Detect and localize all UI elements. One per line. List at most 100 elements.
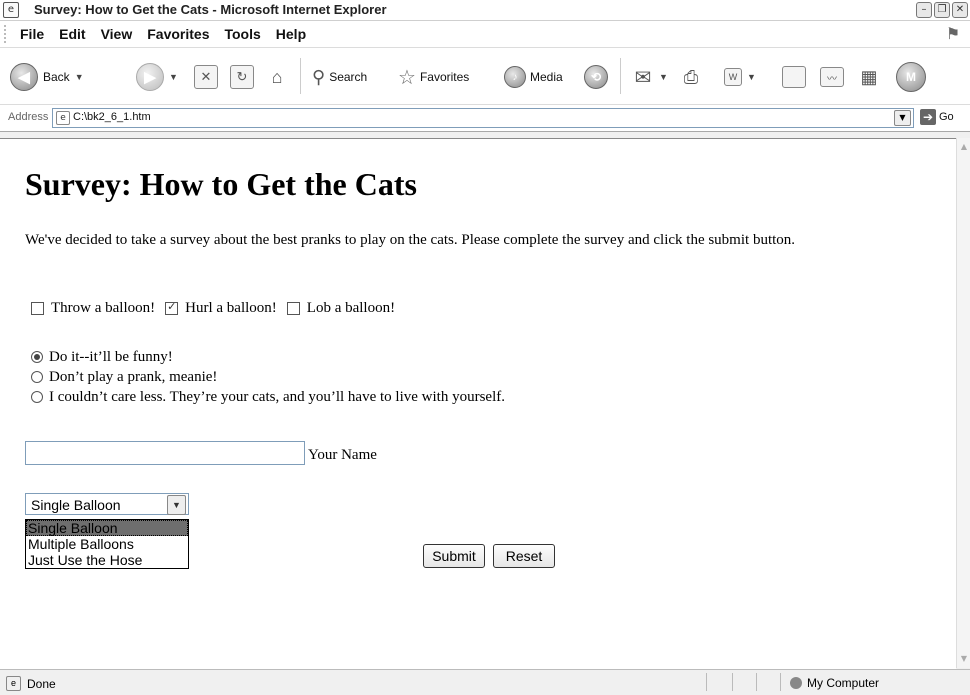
discuss-icon xyxy=(782,66,806,88)
list-item[interactable]: Multiple Balloons xyxy=(26,536,188,552)
radio-group: Do it--it’ll be funny! Don’t play a pran… xyxy=(31,347,505,407)
address-bar: Address e C:\bk2_6_1.htm ▼ ➔ Go xyxy=(0,105,970,132)
checkbox-label: Hurl a balloon! xyxy=(185,300,277,316)
refresh-icon: ↻ xyxy=(230,65,254,89)
mail-button[interactable]: ✉ ▼ xyxy=(632,62,668,92)
favorites-label: Favorites xyxy=(419,70,470,84)
media-label: Media xyxy=(530,70,563,84)
back-arrow-icon: ◀ xyxy=(10,63,38,91)
toolbar-separator xyxy=(300,58,301,94)
status-divider xyxy=(780,673,781,691)
maximize-icon[interactable]: ❐ xyxy=(934,2,950,18)
mail-icon: ✉ xyxy=(634,66,652,89)
radio-do-it[interactable] xyxy=(31,351,43,363)
print-button[interactable]: ⎙ xyxy=(680,62,702,92)
refresh-button[interactable]: ↻ xyxy=(230,62,254,92)
stop-icon: ✕ xyxy=(194,65,218,89)
computer-icon xyxy=(790,677,802,689)
vertical-scrollbar[interactable]: ▲ ▼ xyxy=(956,138,970,668)
star-icon: ☆ xyxy=(398,66,416,89)
edit-button[interactable]: W ▼ xyxy=(724,62,756,92)
list-item[interactable]: Single Balloon xyxy=(26,520,188,536)
minimize-icon[interactable]: – xyxy=(916,2,932,18)
chevron-down-icon: ▼ xyxy=(169,72,178,82)
search-icon: ⚲ xyxy=(312,66,326,87)
standard-toolbar: ◀ Back ▼ ▶ ▼ ✕ ↻ ⌂ ⚲ Search ☆ Favorites … xyxy=(0,48,970,105)
menu-file[interactable]: File xyxy=(20,26,44,42)
favorites-button[interactable]: ☆ Favorites xyxy=(398,62,469,92)
status-bar: e Done My Computer xyxy=(0,669,970,695)
media-icon: ♪ xyxy=(504,66,526,88)
menu-tools[interactable]: Tools xyxy=(224,26,260,42)
search-button[interactable]: ⚲ Search xyxy=(312,62,367,92)
menu-view[interactable]: View xyxy=(101,26,133,42)
menu-grip xyxy=(4,25,9,43)
scroll-up-icon[interactable]: ▲ xyxy=(958,140,970,154)
balloon-dropdown-list: Single Balloon Multiple Balloons Just Us… xyxy=(25,519,189,569)
media-button[interactable]: ♪ Media xyxy=(504,62,563,92)
chevron-down-icon: ▼ xyxy=(74,72,84,82)
radio-label: Don’t play a prank, meanie! xyxy=(49,369,218,385)
extension-m-icon: M xyxy=(896,62,926,92)
radio-dont[interactable] xyxy=(31,371,43,383)
close-icon[interactable]: ✕ xyxy=(952,2,968,18)
home-icon: ⌂ xyxy=(271,66,283,87)
messenger-icon: 〰 xyxy=(820,67,844,87)
home-button[interactable]: ⌂ xyxy=(266,62,288,92)
discuss-button[interactable] xyxy=(782,62,806,92)
radio-dont-care[interactable] xyxy=(31,391,43,403)
research-button[interactable]: ▦ xyxy=(858,62,880,92)
chevron-down-icon[interactable]: ▼ xyxy=(167,495,186,515)
forward-button[interactable]: ▶ ▼ xyxy=(136,62,178,92)
back-label: Back xyxy=(43,70,70,84)
search-label: Search xyxy=(329,70,368,84)
page-title: Survey: How to Get the Cats xyxy=(25,166,417,202)
ie-icon: e xyxy=(3,2,19,18)
toolbar-separator xyxy=(620,58,621,94)
go-arrow-icon: ➔ xyxy=(920,109,936,125)
menu-edit[interactable]: Edit xyxy=(59,26,85,42)
list-item[interactable]: Just Use the Hose xyxy=(26,552,188,568)
address-label: Address xyxy=(8,111,49,123)
window-controls: – ❐ ✕ xyxy=(916,2,968,18)
windows-logo-icon: ⚑ xyxy=(945,24,961,43)
security-zone: My Computer xyxy=(790,676,879,690)
radio-label: I couldn’t care less. They’re your cats,… xyxy=(49,389,505,405)
select-value: Single Balloon xyxy=(31,497,121,513)
name-input[interactable] xyxy=(25,441,305,465)
stop-button[interactable]: ✕ xyxy=(194,62,218,92)
go-button[interactable]: ➔ Go xyxy=(920,109,954,125)
checkbox-label: Throw a balloon! xyxy=(51,300,156,316)
menu-help[interactable]: Help xyxy=(276,26,306,42)
balloon-select[interactable]: Single Balloon ▼ xyxy=(25,493,189,515)
window-title: Survey: How to Get the Cats - Microsoft … xyxy=(34,2,387,17)
zone-label: My Computer xyxy=(807,676,880,690)
menu-bar: File Edit View Favorites Tools Help ⚑ xyxy=(0,21,970,48)
browser-window: e Survey: How to Get the Cats - Microsof… xyxy=(0,0,970,695)
checkbox-lob[interactable] xyxy=(286,302,300,315)
print-icon: ⎙ xyxy=(683,66,699,87)
checkbox-label: Lob a balloon! xyxy=(306,300,396,316)
checkbox-hurl[interactable] xyxy=(165,300,179,315)
status-divider xyxy=(732,673,733,691)
address-url[interactable]: C:\bk2_6_1.htm xyxy=(73,111,151,123)
chevron-down-icon[interactable]: ▼ xyxy=(894,110,911,126)
history-icon: ⟲ xyxy=(584,65,608,89)
scroll-down-icon[interactable]: ▼ xyxy=(958,652,970,666)
status-divider xyxy=(706,673,707,691)
go-label: Go xyxy=(939,111,954,123)
menu-favorites[interactable]: Favorites xyxy=(147,26,209,42)
forward-arrow-icon: ▶ xyxy=(136,63,164,91)
reset-button[interactable]: Reset xyxy=(493,544,555,568)
messenger-button[interactable]: 〰 xyxy=(820,62,844,92)
submit-button[interactable]: Submit xyxy=(423,544,485,568)
history-button[interactable]: ⟲ xyxy=(584,62,608,92)
chevron-down-icon: ▼ xyxy=(659,72,668,82)
address-field[interactable]: e C:\bk2_6_1.htm ▼ xyxy=(52,108,914,128)
checkbox-group: Throw a balloon! Hurl a balloon! Lob a b… xyxy=(31,300,405,317)
name-label: Your Name xyxy=(308,447,377,463)
extension-button[interactable]: M xyxy=(896,62,926,92)
back-button[interactable]: ◀ Back ▼ xyxy=(10,62,84,92)
edit-icon: W xyxy=(724,68,742,86)
checkbox-throw[interactable] xyxy=(31,302,44,315)
